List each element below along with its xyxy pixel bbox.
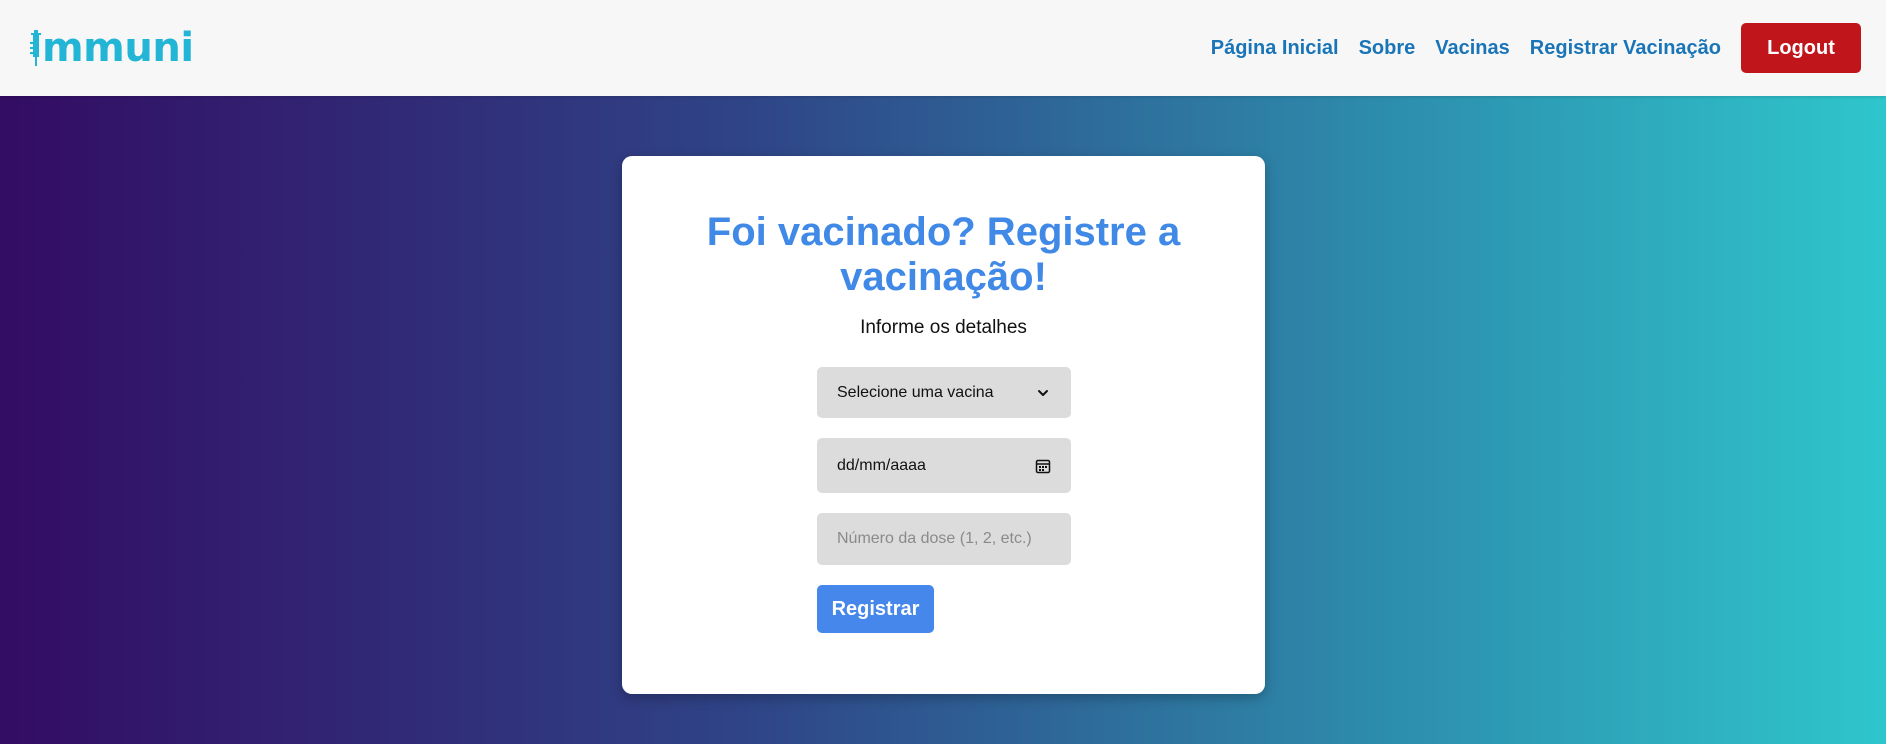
date-input[interactable]: dd/mm/aaaa [817,438,1071,493]
nav-links: Página Inicial Sobre Vacinas Registrar V… [1211,23,1861,73]
calendar-icon[interactable] [1035,458,1051,474]
nav-link-about[interactable]: Sobre [1359,37,1416,60]
vaccination-form: Selecione uma vacina dd/mm/aaaa Número d… [817,367,1071,633]
syringe-icon [30,30,41,66]
chevron-down-icon [1035,385,1051,401]
logo[interactable]: mmuni [30,23,194,73]
navbar: mmuni Página Inicial Sobre Vacinas Regis… [0,0,1886,96]
dose-number-input[interactable] [817,513,1071,565]
nav-link-vaccines[interactable]: Vacinas [1435,37,1510,60]
nav-link-register-vaccination[interactable]: Registrar Vacinação [1530,37,1721,60]
logo-text: mmuni [42,25,194,71]
registration-card: Foi vacinado? Registre a vacinação! Info… [622,156,1265,694]
register-button[interactable]: Registrar [817,585,934,633]
page-title: Foi vacinado? Registre a vacinação! [706,210,1181,299]
logout-button[interactable]: Logout [1741,23,1861,73]
date-input-placeholder: dd/mm/aaaa [837,456,926,474]
form-subtitle: Informe os detalhes [860,317,1027,338]
vaccine-select[interactable]: Selecione uma vacina [817,367,1071,418]
vaccine-select-value: Selecione uma vacina [837,383,994,401]
nav-link-home[interactable]: Página Inicial [1211,37,1339,60]
